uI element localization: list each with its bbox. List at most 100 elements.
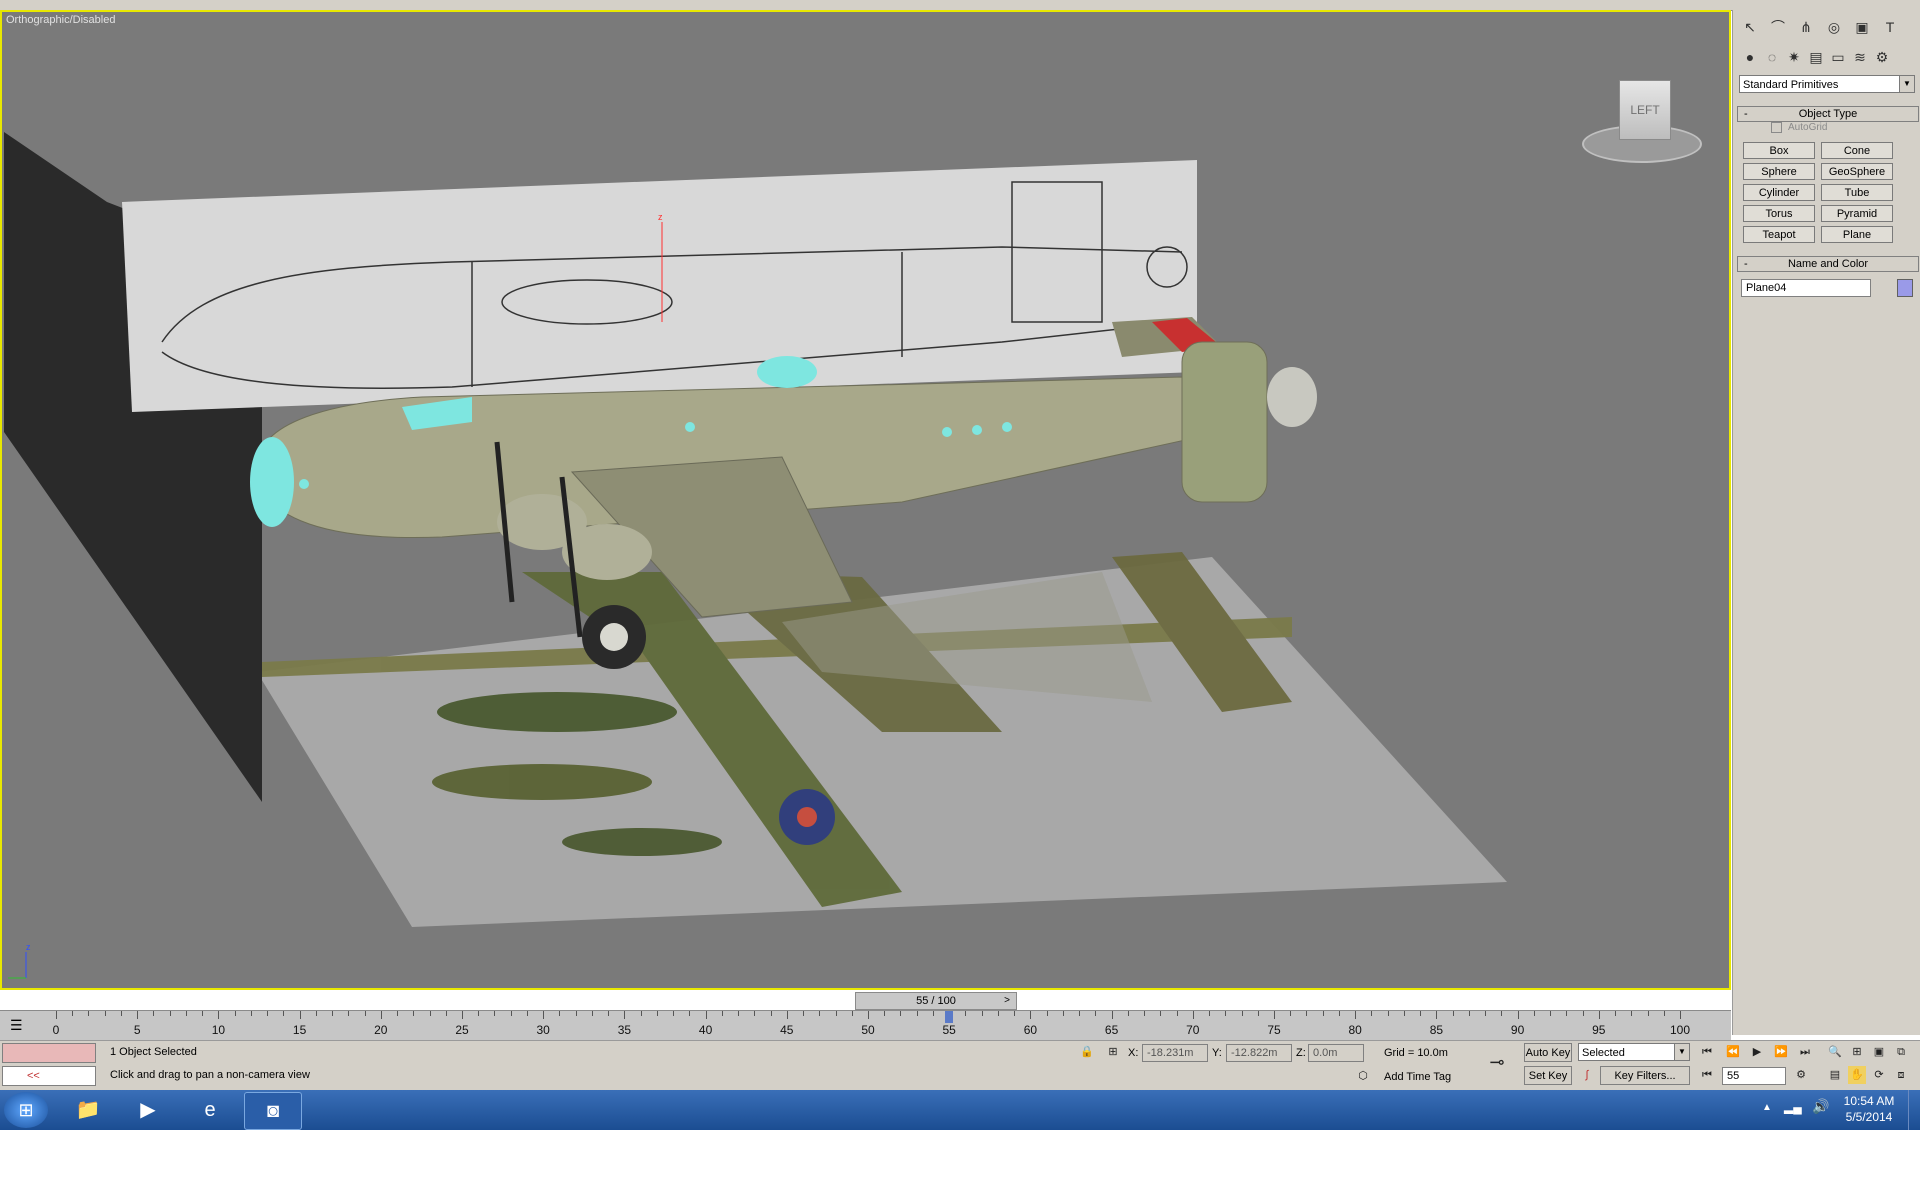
- viewcube[interactable]: LEFT: [1582, 70, 1702, 170]
- object-name-input[interactable]: [1741, 279, 1871, 297]
- clock-time[interactable]: 10:54 AM: [1834, 1094, 1904, 1108]
- utilities-tab-icon[interactable]: T: [1879, 16, 1901, 38]
- key-filters-button[interactable]: Key Filters...: [1600, 1066, 1690, 1085]
- autogrid-checkbox[interactable]: [1771, 122, 1782, 133]
- add-time-tag[interactable]: Add Time Tag: [1384, 1071, 1451, 1083]
- lock-selection-icon[interactable]: 🔒: [1078, 1043, 1096, 1061]
- go-to-end-icon[interactable]: ⏭: [1796, 1043, 1814, 1061]
- time-slider[interactable]: 55 / 100: [855, 992, 1017, 1010]
- previous-frame-icon[interactable]: ⏪: [1724, 1043, 1742, 1061]
- track-tick: [1030, 1011, 1032, 1019]
- box-button[interactable]: Box: [1743, 142, 1815, 159]
- current-frame-field[interactable]: [1722, 1067, 1786, 1085]
- command-panel: ↖ ⌒ ⋔ ◎ ▣ T ● ◌ ✷ ▤ ▭ ≋ ⚙ Standard Primi…: [1732, 10, 1920, 1035]
- track-tick: [965, 1011, 967, 1016]
- maxscript-listener-mini[interactable]: [2, 1043, 96, 1063]
- key-mode-toggle-icon[interactable]: ⏮: [1698, 1066, 1716, 1084]
- torus-button[interactable]: Torus: [1743, 205, 1815, 222]
- track-tick: [1225, 1011, 1227, 1016]
- set-key-icon[interactable]: ⊸: [1488, 1053, 1506, 1071]
- go-to-start-icon[interactable]: ⏮: [1698, 1043, 1716, 1061]
- plane-button[interactable]: Plane: [1821, 226, 1893, 243]
- hierarchy-tab-icon[interactable]: ⋔: [1795, 16, 1817, 38]
- cameras-icon[interactable]: ▤: [1805, 46, 1827, 68]
- show-desktop-button[interactable]: [1908, 1090, 1920, 1130]
- autogrid-checkbox-row[interactable]: AutoGrid: [1771, 122, 1827, 133]
- viewport-orthographic[interactable]: Orthographic/Disabled z z LEFT: [0, 10, 1731, 990]
- time-slider-next-arrow[interactable]: >: [1000, 993, 1014, 1009]
- absolute-mode-icon[interactable]: ⊞: [1104, 1043, 1122, 1061]
- name-color-rollout-header[interactable]: - Name and Color: [1737, 256, 1919, 272]
- clock-date[interactable]: 5/5/2014: [1834, 1110, 1904, 1124]
- track-tick: [656, 1011, 658, 1016]
- object-type-rollout-header[interactable]: - Object Type: [1737, 106, 1919, 122]
- show-hidden-icons[interactable]: ▲: [1762, 1102, 1772, 1113]
- orbit-icon[interactable]: ⟳: [1870, 1066, 1888, 1084]
- shapes-icon[interactable]: ◌: [1761, 46, 1783, 68]
- motion-tab-icon[interactable]: ◎: [1823, 16, 1845, 38]
- z-coordinate-field[interactable]: [1308, 1044, 1364, 1062]
- next-frame-icon[interactable]: ⏩: [1772, 1043, 1790, 1061]
- blueprint-side-plane: [122, 160, 1197, 412]
- helpers-icon[interactable]: ▭: [1827, 46, 1849, 68]
- track-tick-label: 70: [1186, 1023, 1200, 1037]
- zoom-extents-icon[interactable]: ▣: [1870, 1043, 1888, 1061]
- space-warps-icon[interactable]: ≋: [1849, 46, 1871, 68]
- explorer-taskbar-icon[interactable]: 📁: [60, 1092, 116, 1128]
- systems-icon[interactable]: ⚙: [1871, 46, 1893, 68]
- time-configuration-icon[interactable]: ⚙: [1792, 1066, 1810, 1084]
- auto-key-button[interactable]: Auto Key: [1524, 1043, 1572, 1062]
- object-color-swatch[interactable]: [1897, 279, 1913, 297]
- rollout-collapse-icon[interactable]: -: [1744, 107, 1748, 121]
- zoom-all-icon[interactable]: ⊞: [1848, 1043, 1866, 1061]
- viewcube-face[interactable]: LEFT: [1619, 80, 1671, 140]
- listener-toggle[interactable]: <<: [2, 1066, 96, 1086]
- lights-icon[interactable]: ✷: [1783, 46, 1805, 68]
- media-player-taskbar-icon[interactable]: ▶: [120, 1092, 176, 1128]
- track-tick: [1371, 1011, 1373, 1016]
- teapot-button[interactable]: Teapot: [1743, 226, 1815, 243]
- prompt-line: Click and drag to pan a non-camera view: [110, 1069, 310, 1081]
- 3dsmax-taskbar-icon[interactable]: ◙: [244, 1092, 302, 1130]
- rollout-collapse-icon[interactable]: -: [1744, 257, 1748, 271]
- internet-explorer-taskbar-icon[interactable]: e: [182, 1092, 238, 1128]
- display-tab-icon[interactable]: ▣: [1851, 16, 1873, 38]
- zoom-extents-all-icon[interactable]: ⧉: [1892, 1043, 1910, 1061]
- chevron-down-icon[interactable]: ▼: [1899, 76, 1914, 92]
- tube-button[interactable]: Tube: [1821, 184, 1893, 201]
- track-tick-label: 5: [133, 1023, 141, 1037]
- nose-glass: [250, 437, 294, 527]
- pyramid-button[interactable]: Pyramid: [1821, 205, 1893, 222]
- pan-view-icon[interactable]: ✋: [1848, 1066, 1866, 1084]
- y-coordinate-field[interactable]: [1226, 1044, 1292, 1062]
- sphere-button[interactable]: Sphere: [1743, 163, 1815, 180]
- chevron-down-icon[interactable]: ▼: [1674, 1044, 1689, 1060]
- set-key-button[interactable]: Set Key: [1524, 1066, 1572, 1085]
- geometry-icon[interactable]: ●: [1739, 46, 1761, 68]
- time-tag-icon[interactable]: ⬡: [1354, 1067, 1372, 1085]
- category-dropdown[interactable]: Standard Primitives ▼: [1739, 75, 1915, 93]
- key-mode-dropdown[interactable]: Selected ▼: [1578, 1043, 1690, 1061]
- track-tick: [1046, 1011, 1048, 1016]
- x-coordinate-field[interactable]: [1142, 1044, 1208, 1062]
- maximize-viewport-icon[interactable]: ⧈: [1892, 1066, 1910, 1084]
- create-tab-icon[interactable]: ↖: [1739, 16, 1761, 38]
- cylinder-button[interactable]: Cylinder: [1743, 184, 1815, 201]
- grid-size-label: Grid = 10.0m: [1384, 1047, 1448, 1059]
- current-frame-marker[interactable]: [945, 1011, 954, 1023]
- geosphere-button[interactable]: GeoSphere: [1821, 163, 1893, 180]
- axis-tripod-label: z: [26, 942, 31, 952]
- play-icon[interactable]: ▶: [1748, 1043, 1766, 1061]
- track-bar[interactable]: ☰ 0 5 10 15 20 25 30 35 40 45 50 55 60 65 70 75 80 85 90 95…: [0, 1010, 1731, 1041]
- field-of-view-icon[interactable]: ▤: [1826, 1066, 1844, 1084]
- cone-button[interactable]: Cone: [1821, 142, 1893, 159]
- network-icon[interactable]: ▂▄: [1784, 1100, 1802, 1114]
- key-curve-icon[interactable]: ∫: [1578, 1066, 1596, 1084]
- volume-icon[interactable]: 🔊: [1812, 1098, 1829, 1115]
- modify-tab-icon[interactable]: ⌒: [1767, 16, 1789, 38]
- zoom-icon[interactable]: 🔍: [1826, 1043, 1844, 1061]
- track-tick: [1257, 1011, 1259, 1016]
- start-button[interactable]: ⊞: [4, 1092, 48, 1128]
- scene-canvas[interactable]: z z: [2, 12, 1729, 988]
- track-tick: [738, 1011, 740, 1016]
